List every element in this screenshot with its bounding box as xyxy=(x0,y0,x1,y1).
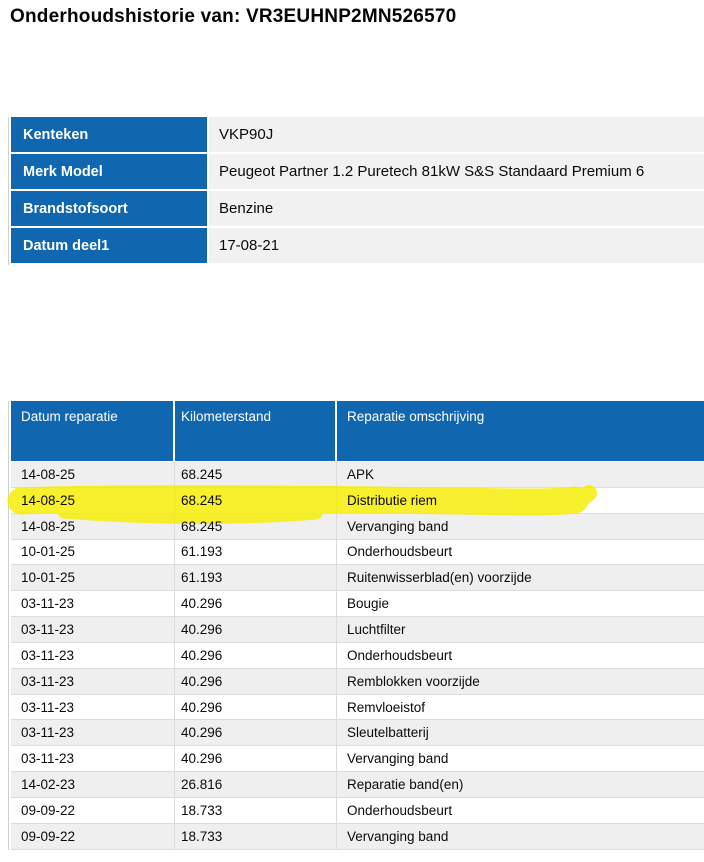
cell-kilometerstand: 40.296 xyxy=(175,695,337,720)
vehicle-info-label: Datum deel1 xyxy=(11,228,207,263)
maintenance-table-row-highlighted: 14-08-25 68.245 Distributie riem xyxy=(11,488,704,514)
cell-datum-reparatie: 14-02-23 xyxy=(11,772,175,797)
cell-kilometerstand: 40.296 xyxy=(175,669,337,694)
cell-datum-reparatie: 03-11-23 xyxy=(11,720,175,745)
cell-datum-reparatie: 03-11-23 xyxy=(11,591,175,616)
cell-reparatie-omschrijving: Bougie xyxy=(337,591,704,616)
cell-kilometerstand: 61.193 xyxy=(175,565,337,590)
cell-kilometerstand: 40.296 xyxy=(175,617,337,642)
maintenance-table-row: 03-11-23 40.296 Luchtfilter xyxy=(11,617,704,643)
cell-kilometerstand: 40.296 xyxy=(175,746,337,771)
cell-datum-reparatie: 10-01-25 xyxy=(11,540,175,565)
vehicle-info-value: 17-08-21 xyxy=(209,228,704,263)
cell-kilometerstand: 40.296 xyxy=(175,720,337,745)
cell-reparatie-omschrijving: Distributie riem xyxy=(337,488,704,513)
cell-kilometerstand: 68.245 xyxy=(175,462,337,487)
vehicle-info-row: Datum deel1 17-08-21 xyxy=(11,228,704,263)
column-header-datum-reparatie: Datum reparatie xyxy=(11,401,175,461)
vehicle-info-table: Kenteken VKP90J Merk Model Peugeot Partn… xyxy=(8,117,704,265)
vehicle-info-row: Merk Model Peugeot Partner 1.2 Puretech … xyxy=(11,154,704,189)
cell-datum-reparatie: 14-08-25 xyxy=(11,514,175,539)
vehicle-info-label: Merk Model xyxy=(11,154,207,189)
cell-reparatie-omschrijving: Onderhoudsbeurt xyxy=(337,540,704,565)
column-header-kilometerstand: Kilometerstand xyxy=(175,401,337,461)
maintenance-table-row: 03-11-23 40.296 Vervanging band xyxy=(11,746,704,772)
maintenance-table-row: 14-08-25 68.245 APK xyxy=(11,462,704,488)
cell-kilometerstand: 68.245 xyxy=(175,488,337,513)
cell-kilometerstand: 18.733 xyxy=(175,798,337,823)
cell-kilometerstand: 40.296 xyxy=(175,591,337,616)
maintenance-history-table: Datum reparatie Kilometerstand Reparatie… xyxy=(8,401,704,850)
maintenance-table-body: 14-08-25 68.245 APK 14-08-25 68.245 Dist… xyxy=(11,462,704,850)
cell-reparatie-omschrijving: APK xyxy=(337,462,704,487)
cell-reparatie-omschrijving: Reparatie band(en) xyxy=(337,772,704,797)
cell-reparatie-omschrijving: Remvloeistof xyxy=(337,695,704,720)
column-header-reparatie-omschrijving: Reparatie omschrijving xyxy=(337,401,704,461)
cell-datum-reparatie: 09-09-22 xyxy=(11,824,175,849)
cell-kilometerstand: 61.193 xyxy=(175,540,337,565)
cell-reparatie-omschrijving: Vervanging band xyxy=(337,514,704,539)
maintenance-table-row: 03-11-23 40.296 Remblokken voorzijde xyxy=(11,669,704,695)
cell-reparatie-omschrijving: Ruitenwisserblad(en) voorzijde xyxy=(337,565,704,590)
cell-datum-reparatie: 03-11-23 xyxy=(11,669,175,694)
maintenance-table-row: 14-08-25 68.245 Vervanging band xyxy=(11,514,704,540)
cell-reparatie-omschrijving: Luchtfilter xyxy=(337,617,704,642)
cell-kilometerstand: 40.296 xyxy=(175,643,337,668)
vehicle-info-row: Brandstofsoort Benzine xyxy=(11,191,704,226)
vehicle-info-rows: Kenteken VKP90J Merk Model Peugeot Partn… xyxy=(9,117,704,263)
cell-reparatie-omschrijving: Vervanging band xyxy=(337,746,704,771)
cell-reparatie-omschrijving: Sleutelbatterij xyxy=(337,720,704,745)
maintenance-table-row: 03-11-23 40.296 Bougie xyxy=(11,591,704,617)
vehicle-info-label: Kenteken xyxy=(11,117,207,152)
vehicle-info-value: Peugeot Partner 1.2 Puretech 81kW S&S St… xyxy=(209,154,704,189)
maintenance-table-row: 10-01-25 61.193 Onderhoudsbeurt xyxy=(11,540,704,566)
cell-datum-reparatie: 03-11-23 xyxy=(11,643,175,668)
cell-reparatie-omschrijving: Remblokken voorzijde xyxy=(337,669,704,694)
vehicle-info-row: Kenteken VKP90J xyxy=(11,117,704,152)
cell-kilometerstand: 18.733 xyxy=(175,824,337,849)
page-title: Onderhoudshistorie van: VR3EUHNP2MN52657… xyxy=(10,6,456,28)
cell-datum-reparatie: 03-11-23 xyxy=(11,746,175,771)
cell-reparatie-omschrijving: Onderhoudsbeurt xyxy=(337,798,704,823)
cell-datum-reparatie: 03-11-23 xyxy=(11,695,175,720)
cell-reparatie-omschrijving: Vervanging band xyxy=(337,824,704,849)
cell-kilometerstand: 68.245 xyxy=(175,514,337,539)
maintenance-table-row: 14-02-23 26.816 Reparatie band(en) xyxy=(11,772,704,798)
cell-datum-reparatie: 03-11-23 xyxy=(11,617,175,642)
cell-datum-reparatie: 10-01-25 xyxy=(11,565,175,590)
cell-datum-reparatie: 09-09-22 xyxy=(11,798,175,823)
vehicle-info-value: VKP90J xyxy=(209,117,704,152)
vehicle-info-value: Benzine xyxy=(209,191,704,226)
maintenance-table-row: 09-09-22 18.733 Onderhoudsbeurt xyxy=(11,798,704,824)
maintenance-table-row: 03-11-23 40.296 Onderhoudsbeurt xyxy=(11,643,704,669)
maintenance-table-row: 09-09-22 18.733 Vervanging band xyxy=(11,824,704,850)
maintenance-table-row: 03-11-23 40.296 Sleutelbatterij xyxy=(11,720,704,746)
cell-reparatie-omschrijving: Onderhoudsbeurt xyxy=(337,643,704,668)
maintenance-table-row: 10-01-25 61.193 Ruitenwisserblad(en) voo… xyxy=(11,565,704,591)
cell-datum-reparatie: 14-08-25 xyxy=(11,488,175,513)
maintenance-table-header: Datum reparatie Kilometerstand Reparatie… xyxy=(11,401,704,462)
vehicle-info-label: Brandstofsoort xyxy=(11,191,207,226)
cell-kilometerstand: 26.816 xyxy=(175,772,337,797)
maintenance-table-row: 03-11-23 40.296 Remvloeistof xyxy=(11,695,704,721)
cell-datum-reparatie: 14-08-25 xyxy=(11,462,175,487)
